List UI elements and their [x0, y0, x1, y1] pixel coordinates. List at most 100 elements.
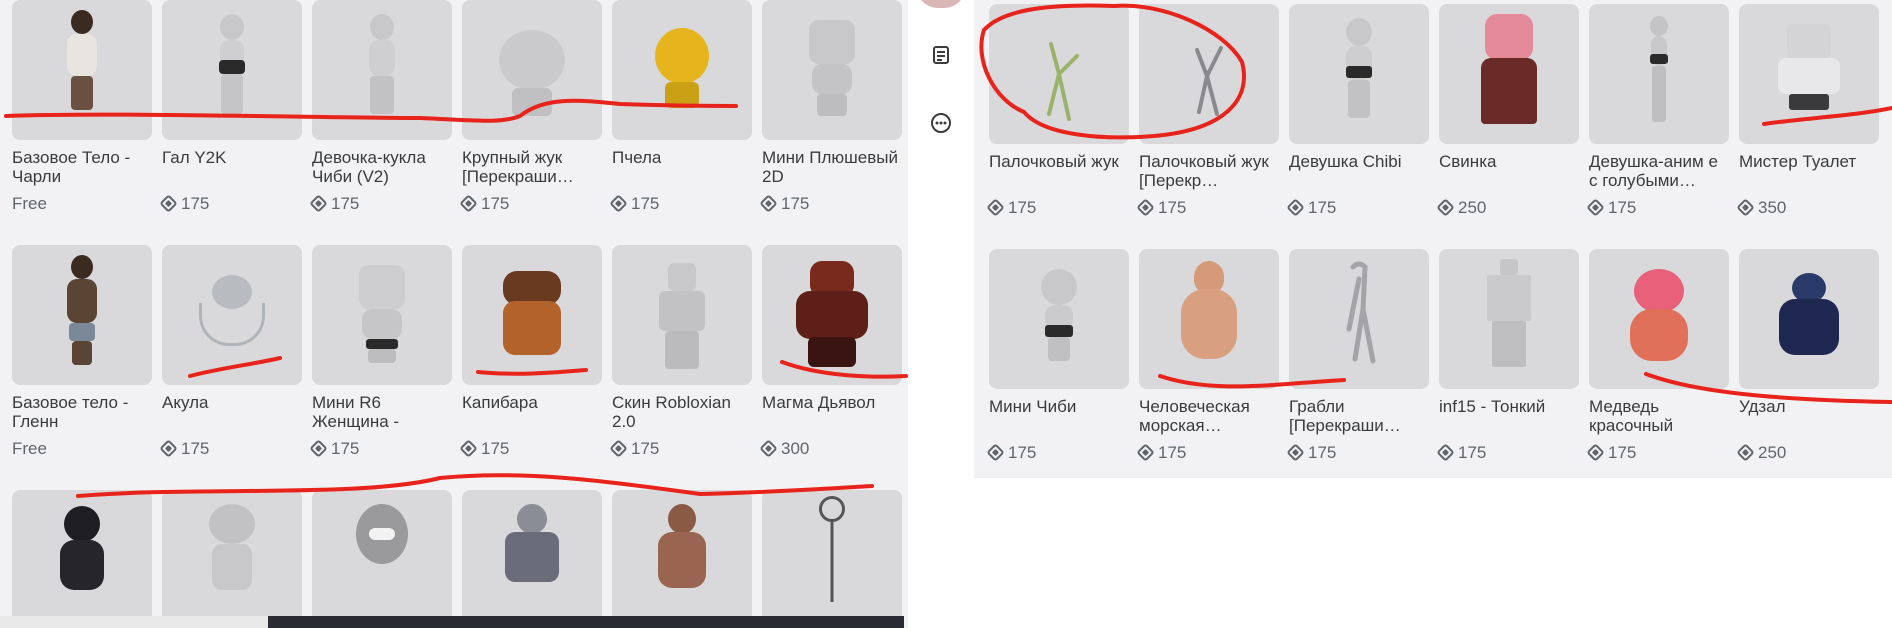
item-name[interactable]: inf15 - Тонкий — [1439, 397, 1579, 435]
item-name[interactable]: Человеческая морская… — [1139, 397, 1279, 435]
item-name[interactable]: Акула — [162, 393, 302, 431]
notes-icon[interactable] — [930, 44, 952, 66]
catalog-item[interactable]: Магма Дьявол 300 — [759, 245, 902, 458]
catalog-item[interactable]: Капибара 175 — [459, 245, 602, 458]
catalog-item[interactable]: Девушка-аним е с голубыми… 175 — [1586, 4, 1729, 217]
item-thumbnail[interactable] — [12, 245, 152, 385]
stick-bug-icon — [1195, 46, 1223, 116]
catalog-item[interactable] — [312, 490, 452, 628]
item-name[interactable]: Удзал — [1739, 397, 1879, 435]
item-thumbnail[interactable] — [1139, 4, 1279, 144]
item-thumbnail[interactable] — [762, 490, 902, 628]
item-thumbnail[interactable] — [462, 490, 602, 628]
catalog-item[interactable]: Мини R6 Женщина - 175 — [309, 245, 452, 458]
item-thumbnail[interactable] — [1439, 249, 1579, 389]
catalog-item[interactable]: Скин Robloxian 2.0 175 — [609, 245, 752, 458]
toilet-figure-icon — [1769, 24, 1849, 124]
item-name[interactable]: Грабли [Перекраши… — [1289, 397, 1429, 435]
item-thumbnail[interactable] — [762, 0, 902, 140]
catalog-item[interactable]: Крупный жук [Перекраши… 175 — [459, 0, 602, 213]
item-price: 250 — [1436, 198, 1579, 217]
item-name[interactable]: Гал Y2K — [162, 148, 302, 186]
robux-icon — [309, 439, 328, 458]
catalog-item[interactable]: Мини Чиби 175 — [986, 249, 1129, 462]
catalog-item[interactable]: Базовое Тело - Чарли Free — [12, 0, 152, 213]
catalog-item[interactable]: Акула 175 — [159, 245, 302, 458]
catalog-item[interactable]: Гал Y2K 175 — [159, 0, 302, 213]
catalog-item[interactable]: Свинка 250 — [1436, 4, 1579, 217]
item-thumbnail[interactable] — [1589, 249, 1729, 389]
item-name[interactable]: Мини Чиби — [989, 397, 1129, 435]
catalog-item[interactable] — [462, 490, 602, 628]
taskbar-apps — [268, 616, 904, 628]
catalog-item[interactable]: Палочковый жук 175 — [986, 4, 1129, 217]
catalog-item[interactable]: Медведь красочный 175 — [1586, 249, 1729, 462]
item-name[interactable]: Девочка-кукла Чиби (V2) — [312, 148, 452, 186]
item-name[interactable]: Мини Плюшевый 2D — [762, 148, 902, 186]
item-thumbnail[interactable] — [989, 4, 1129, 144]
item-thumbnail[interactable] — [612, 245, 752, 385]
item-thumbnail[interactable] — [162, 245, 302, 385]
catalog-item[interactable] — [162, 490, 302, 628]
stickman-figure-icon — [812, 496, 852, 616]
item-thumbnail[interactable] — [1289, 4, 1429, 144]
item-name[interactable]: Девушка-аним е с голубыми… — [1589, 152, 1729, 190]
catalog-item[interactable] — [762, 490, 902, 628]
item-thumbnail[interactable] — [1589, 4, 1729, 144]
item-name[interactable]: Скин Robloxian 2.0 — [612, 393, 752, 431]
item-thumbnail[interactable] — [462, 0, 602, 140]
catalog-item[interactable]: Грабли [Перекраши… 175 — [1286, 249, 1429, 462]
robux-icon — [986, 198, 1005, 217]
robux-icon — [1586, 198, 1605, 217]
item-thumbnail[interactable] — [162, 0, 302, 140]
item-thumbnail[interactable] — [612, 490, 752, 628]
catalog-item[interactable]: Девочка-кукла Чиби (V2) 175 — [309, 0, 452, 213]
robux-icon — [759, 439, 778, 458]
item-thumbnail[interactable] — [1289, 249, 1429, 389]
item-thumbnail[interactable] — [1739, 249, 1879, 389]
side-rail — [908, 0, 974, 628]
item-thumbnail[interactable] — [312, 490, 452, 628]
item-thumbnail[interactable] — [1739, 4, 1879, 144]
item-name[interactable]: Базовое Тело - Чарли — [12, 148, 152, 186]
item-name[interactable]: Капибара — [462, 393, 602, 431]
catalog-item[interactable]: Девушка Chibi 175 — [1286, 4, 1429, 217]
item-thumbnail[interactable] — [989, 249, 1129, 389]
item-name[interactable]: Мини R6 Женщина - — [312, 393, 452, 431]
catalog-item[interactable]: Мини Плюшевый 2D 175 — [759, 0, 902, 213]
item-name[interactable]: Палочковый жук — [989, 152, 1129, 190]
item-thumbnail[interactable] — [312, 0, 452, 140]
item-thumbnail[interactable] — [762, 245, 902, 385]
catalog-item[interactable]: Мистер Туалет 350 — [1736, 4, 1879, 217]
item-thumbnail[interactable] — [462, 245, 602, 385]
item-thumbnail[interactable] — [12, 490, 152, 628]
catalog-item[interactable]: Человеческая морская… 175 — [1136, 249, 1279, 462]
item-thumbnail[interactable] — [162, 490, 302, 628]
item-thumbnail[interactable] — [1139, 249, 1279, 389]
item-thumbnail[interactable] — [12, 0, 152, 140]
item-thumbnail[interactable] — [612, 0, 752, 140]
item-price: 175 — [1586, 443, 1729, 462]
catalog-item[interactable] — [612, 490, 752, 628]
avatar-icon[interactable] — [916, 0, 966, 8]
more-icon[interactable] — [930, 112, 952, 134]
catalog-item[interactable]: Палочковый жук [Перекр… 175 — [1136, 4, 1279, 217]
item-name[interactable]: Магма Дьявол — [762, 393, 902, 431]
catalog-item[interactable]: Пчела 175 — [609, 0, 752, 213]
item-name[interactable]: Базовое тело - Гленн — [12, 393, 152, 431]
catalog-item[interactable]: Базовое тело - Гленн Free — [12, 245, 152, 458]
item-name[interactable]: Свинка — [1439, 152, 1579, 190]
item-name[interactable]: Крупный жук [Перекраши… — [462, 148, 602, 186]
item-thumbnail[interactable] — [1439, 4, 1579, 144]
item-thumbnail[interactable] — [312, 245, 452, 385]
catalog-item[interactable] — [12, 490, 152, 628]
item-name[interactable]: Медведь красочный — [1589, 397, 1729, 435]
item-name[interactable]: Мистер Туалет — [1739, 152, 1879, 190]
item-price: 175 — [309, 194, 452, 213]
catalog-item[interactable]: Удзал 250 — [1736, 249, 1879, 462]
item-name[interactable]: Палочковый жук [Перекр… — [1139, 152, 1279, 190]
item-name[interactable]: Девушка Chibi — [1289, 152, 1429, 190]
item-name[interactable]: Пчела — [612, 148, 752, 186]
item-price: 350 — [1736, 198, 1879, 217]
catalog-item[interactable]: inf15 - Тонкий 175 — [1436, 249, 1579, 462]
